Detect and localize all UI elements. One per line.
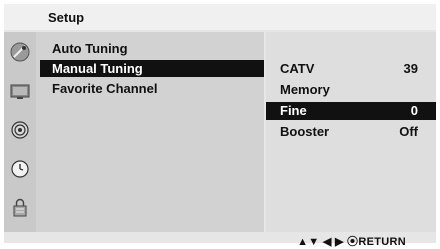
submenu-item-memory[interactable]: Memory <box>266 81 436 99</box>
speaker-icon[interactable] <box>8 118 32 142</box>
submenu-label: Memory <box>280 82 330 97</box>
submenu-item-booster[interactable]: Booster Off <box>266 123 436 141</box>
submenu-value: 39 <box>403 61 418 76</box>
osd-menu-window: Setup Auto Tuning Manual Tuning Favorite… <box>4 4 436 248</box>
submenu-label: CATV <box>280 61 315 76</box>
menu-item-label: Favorite Channel <box>52 81 158 96</box>
submenu-value: 0 <box>410 103 418 118</box>
satellite-dish-icon[interactable] <box>8 40 32 64</box>
menu-title: Setup <box>48 10 85 25</box>
setup-menu-list: Auto Tuning Manual Tuning Favorite Chann… <box>36 32 264 232</box>
category-icon-bar <box>4 32 36 232</box>
submenu-item-fine[interactable]: Fine 0 <box>266 102 436 120</box>
menu-item-favorite-channel[interactable]: Favorite Channel <box>36 80 264 97</box>
navigation-hint-bar: ▲▼ ◀ ▶ ⦿RETURN <box>4 232 436 248</box>
submenu-label: Fine <box>280 103 307 118</box>
clock-icon[interactable] <box>8 157 32 181</box>
header-bar: Setup <box>4 4 436 30</box>
menu-item-label: Auto Tuning <box>52 41 128 56</box>
submenu-item-catv[interactable]: CATV 39 <box>266 60 436 78</box>
menu-item-label: Manual Tuning <box>52 61 143 76</box>
submenu-value: Off <box>399 124 418 139</box>
menu-item-auto-tuning[interactable]: Auto Tuning <box>36 40 264 57</box>
tv-screen-icon[interactable] <box>8 79 32 103</box>
manual-tuning-submenu: CATV 39 Memory Fine 0 Booster Off <box>266 32 436 232</box>
lock-icon[interactable] <box>8 196 32 220</box>
menu-item-manual-tuning[interactable]: Manual Tuning <box>40 60 264 77</box>
submenu-label: Booster <box>280 124 330 139</box>
